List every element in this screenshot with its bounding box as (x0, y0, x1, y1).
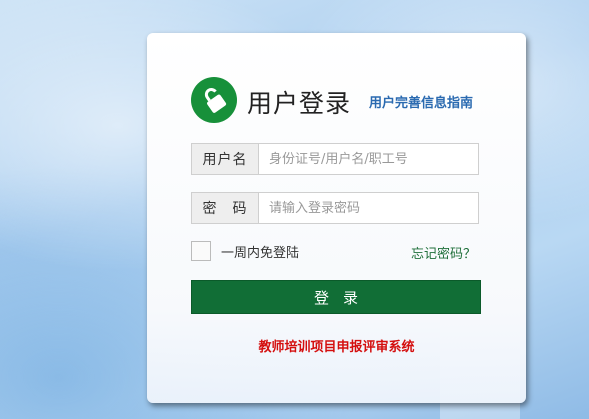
password-field: 密 码 (191, 192, 479, 224)
password-label: 密 码 (192, 193, 259, 223)
lock-icon (191, 77, 237, 123)
username-input[interactable] (259, 144, 478, 174)
system-name: 教师培训项目申报评审系统 (258, 340, 415, 355)
login-button[interactable]: 登录 (191, 280, 481, 314)
login-card: 用户登录 用户完善信息指南 用户名 密 码 一周内免登陆 忘记密码？ 登录 教师… (147, 33, 526, 403)
remember-label: 一周内免登陆 (221, 245, 300, 261)
username-label: 用户名 (192, 144, 259, 174)
remember-me: 一周内免登陆 (191, 241, 299, 261)
page-title: 用户登录 (247, 89, 352, 118)
username-field: 用户名 (191, 143, 479, 175)
password-input[interactable] (259, 193, 478, 223)
user-guide-link[interactable]: 用户完善信息指南 (369, 92, 473, 111)
forgot-password-link[interactable]: 忘记密码？ (411, 243, 476, 262)
remember-checkbox[interactable] (191, 241, 211, 261)
